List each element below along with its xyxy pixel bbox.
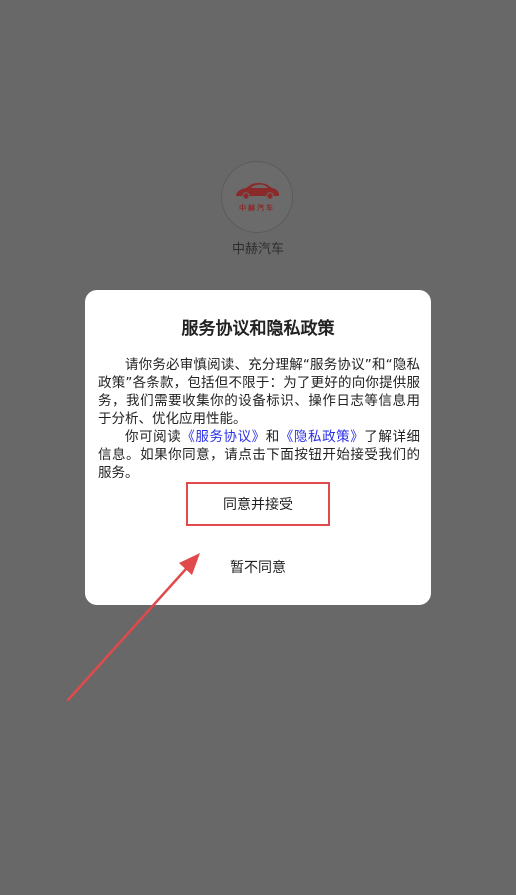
- accept-button[interactable]: 同意并接受: [186, 482, 330, 526]
- dialog-title: 服务协议和隐私政策: [181, 319, 335, 339]
- app-logo: 中赫汽车: [222, 162, 292, 232]
- decline-button[interactable]: 暂不同意: [186, 548, 330, 586]
- dialog-body: 请你务必审慎阅读、充分理解“服务协议”和“隐私政策”各条款，包括但不限于：为了更…: [98, 356, 420, 482]
- app-name: 中赫汽车: [231, 242, 284, 257]
- service-agreement-link[interactable]: 《服务协议》: [181, 429, 265, 445]
- agreement-paragraph: 请你务必审慎阅读、充分理解“服务协议”和“隐私政策”各条款，包括但不限于：为了更…: [98, 357, 420, 427]
- privacy-policy-link[interactable]: 《隐私政策》: [280, 429, 364, 445]
- read-prefix: 你可阅读: [125, 429, 182, 445]
- agreement-dialog: 服务协议和隐私政策 请你务必审慎阅读、充分理解“服务协议”和“隐私政策”各条款，…: [85, 290, 431, 605]
- logo-text: 中赫汽车: [239, 204, 275, 212]
- and-text: 和: [265, 429, 280, 445]
- car-icon: [236, 183, 279, 200]
- agreement-paragraph-links: 你可阅读《服务协议》和《隐私政策》了解详细信息。如果你同意，请点击下面按钮开始接…: [98, 428, 420, 482]
